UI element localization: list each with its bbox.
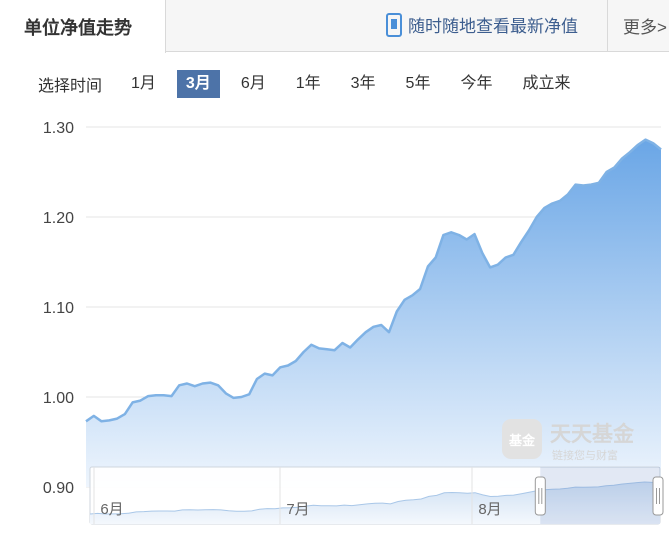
watermark: 基金 天天基金 链接您与财富 [502, 419, 635, 462]
range-button-since-inception[interactable]: 成立来 [513, 70, 579, 98]
more-label: 更多> [623, 18, 667, 37]
navigator-month-label: 7月 [286, 501, 309, 518]
range-button-5y[interactable]: 5年 [397, 70, 440, 98]
range-button-ytd[interactable]: 今年 [451, 70, 501, 98]
tab-nav-trend[interactable]: 单位净值走势 [0, 0, 166, 53]
navigator-right-handle[interactable] [652, 476, 664, 516]
range-button-3m[interactable]: 3月 [176, 70, 220, 98]
navigator-month-label: 8月 [478, 501, 501, 518]
y-tick-label: 1.00 [43, 390, 74, 407]
series-line [85, 138, 662, 423]
time-selector: 选择时间 1月 3月 6月 1年 3年 5年 今年 成立来 [38, 70, 591, 98]
y-tick-label: 1.20 [43, 210, 74, 227]
y-tick-label: 0.90 [43, 480, 74, 497]
y-tick-label: 1.30 [43, 120, 74, 137]
navigator-area [90, 482, 660, 524]
watermark-badge: 基金 [508, 433, 536, 448]
mobile-promo-link[interactable]: 随时随地查看最新净值 [386, 12, 578, 37]
y-tick-label: 1.10 [43, 300, 74, 317]
more-link[interactable]: 更多> [607, 0, 669, 51]
time-selector-label: 选择时间 [38, 78, 103, 95]
navigator-left-handle[interactable] [534, 476, 546, 516]
series-area [86, 139, 661, 487]
range-button-3y[interactable]: 3年 [342, 70, 385, 98]
range-button-1m[interactable]: 1月 [122, 70, 165, 98]
page-title: 单位净值走势 [24, 18, 132, 38]
navigator-selection[interactable] [540, 467, 660, 524]
range-button-6m[interactable]: 6月 [232, 70, 275, 98]
navigator-month-label: 6月 [100, 501, 123, 518]
watermark-slogan: 链接您与财富 [552, 448, 618, 462]
watermark-logo-icon [502, 419, 542, 459]
range-button-1y[interactable]: 1年 [287, 70, 330, 98]
navigator-line [89, 481, 661, 515]
phone-icon [386, 12, 402, 37]
promo-text: 随时随地查看最新净值 [408, 17, 578, 36]
range-navigator[interactable] [89, 466, 661, 525]
watermark-brand: 天天基金 [550, 422, 635, 446]
